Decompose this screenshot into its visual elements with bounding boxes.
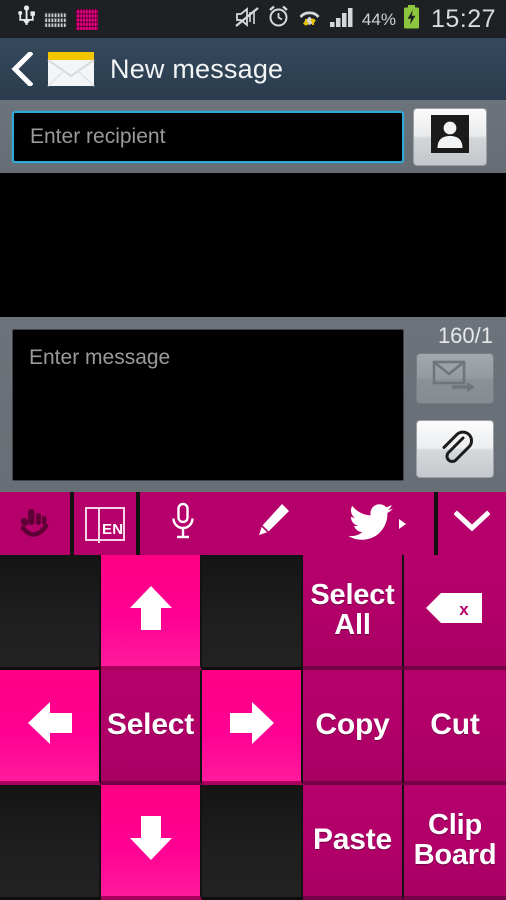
blank-key — [202, 785, 303, 900]
status-bar-left-icons — [0, 4, 98, 34]
recipient-input[interactable]: Enter recipient — [12, 110, 404, 163]
send-message-icon — [432, 359, 478, 398]
arrow-down-key[interactable] — [101, 785, 202, 900]
character-counter: 160/1 — [437, 323, 493, 348]
keyboard-toolbar: EN — [0, 492, 506, 555]
twitter-icon — [348, 502, 394, 545]
conversation-area — [0, 173, 506, 317]
back-button[interactable] — [0, 38, 44, 100]
clock-label: 15:27 — [430, 4, 496, 33]
contact-person-icon — [431, 115, 469, 158]
usb-icon — [18, 4, 35, 34]
language-key[interactable]: EN — [74, 492, 136, 555]
battery-charging-icon — [403, 4, 420, 34]
blank-key — [0, 555, 101, 670]
pencil-icon[interactable] — [254, 501, 292, 546]
language-label: EN — [102, 520, 124, 538]
arrow-right-key[interactable] — [202, 670, 303, 785]
select-key[interactable]: Select — [101, 670, 202, 785]
copy-key[interactable]: Copy — [303, 670, 404, 785]
hide-keyboard-button[interactable] — [438, 492, 506, 555]
keyboard-icon — [44, 11, 67, 27]
arrow-up-icon — [126, 581, 176, 640]
cut-key[interactable]: Cut — [404, 670, 506, 785]
blank-key — [202, 555, 303, 670]
message-placeholder: Enter message — [29, 346, 171, 369]
paste-label: Paste — [312, 823, 393, 857]
backspace-key[interactable]: x — [404, 555, 506, 670]
blank-key — [0, 785, 101, 900]
svg-text:x: x — [459, 600, 469, 619]
wifi-icon — [297, 5, 322, 33]
signal-icon — [329, 6, 355, 33]
keypad-row: Paste Clip Board — [0, 785, 506, 900]
backspace-icon: x — [424, 591, 486, 630]
title-bar: New message — [0, 38, 506, 101]
phone-screen: 44% 15:27 New message Enter recipient En… — [0, 0, 506, 900]
handwriting-icon[interactable] — [0, 492, 70, 555]
envelope-icon — [46, 48, 96, 90]
arrow-right-icon — [225, 698, 279, 753]
clipboard-key[interactable]: Clip Board — [404, 785, 506, 900]
arrow-down-icon — [126, 811, 176, 870]
microphone-icon[interactable] — [168, 501, 198, 546]
keypad: Select All x Select Copy Cut Paste Clip … — [0, 555, 506, 900]
paperclip-icon — [435, 427, 475, 472]
arrow-left-icon — [23, 698, 77, 753]
status-bar-right-icons: 44% 15:27 — [235, 4, 506, 34]
twitter-group[interactable] — [348, 502, 406, 545]
recipient-row: Enter recipient — [0, 100, 506, 173]
alarm-icon — [267, 5, 290, 33]
mute-icon — [235, 6, 260, 33]
cut-label: Cut — [430, 708, 480, 742]
compose-panel: Enter message 160/1 — [0, 317, 506, 492]
toolbar-main-group — [140, 492, 434, 555]
keypad-row: Select All x — [0, 555, 506, 670]
attach-button[interactable] — [416, 420, 494, 478]
clipboard-label: Clip Board — [413, 808, 497, 871]
arrow-up-key[interactable] — [101, 555, 202, 670]
message-input[interactable]: Enter message — [12, 329, 404, 481]
paste-key[interactable]: Paste — [303, 785, 404, 900]
send-button[interactable] — [416, 353, 494, 404]
copy-label: Copy — [315, 708, 390, 742]
contacts-button[interactable] — [413, 107, 487, 166]
chevron-right-icon — [399, 518, 406, 529]
battery-percent-label: 44% — [361, 9, 396, 29]
keypad-row: Select Copy Cut — [0, 670, 506, 785]
select-all-key[interactable]: Select All — [303, 555, 404, 670]
page-title: New message — [110, 53, 284, 84]
language-icon: EN — [85, 506, 125, 543]
arrow-left-key[interactable] — [0, 670, 101, 785]
select-all-label: Select All — [310, 578, 395, 641]
chevron-down-icon — [453, 510, 491, 537]
recipient-placeholder: Enter recipient — [30, 124, 166, 148]
pink-keyboard-icon — [76, 8, 98, 30]
status-bar: 44% 15:27 — [0, 0, 506, 38]
select-label: Select — [106, 708, 195, 742]
